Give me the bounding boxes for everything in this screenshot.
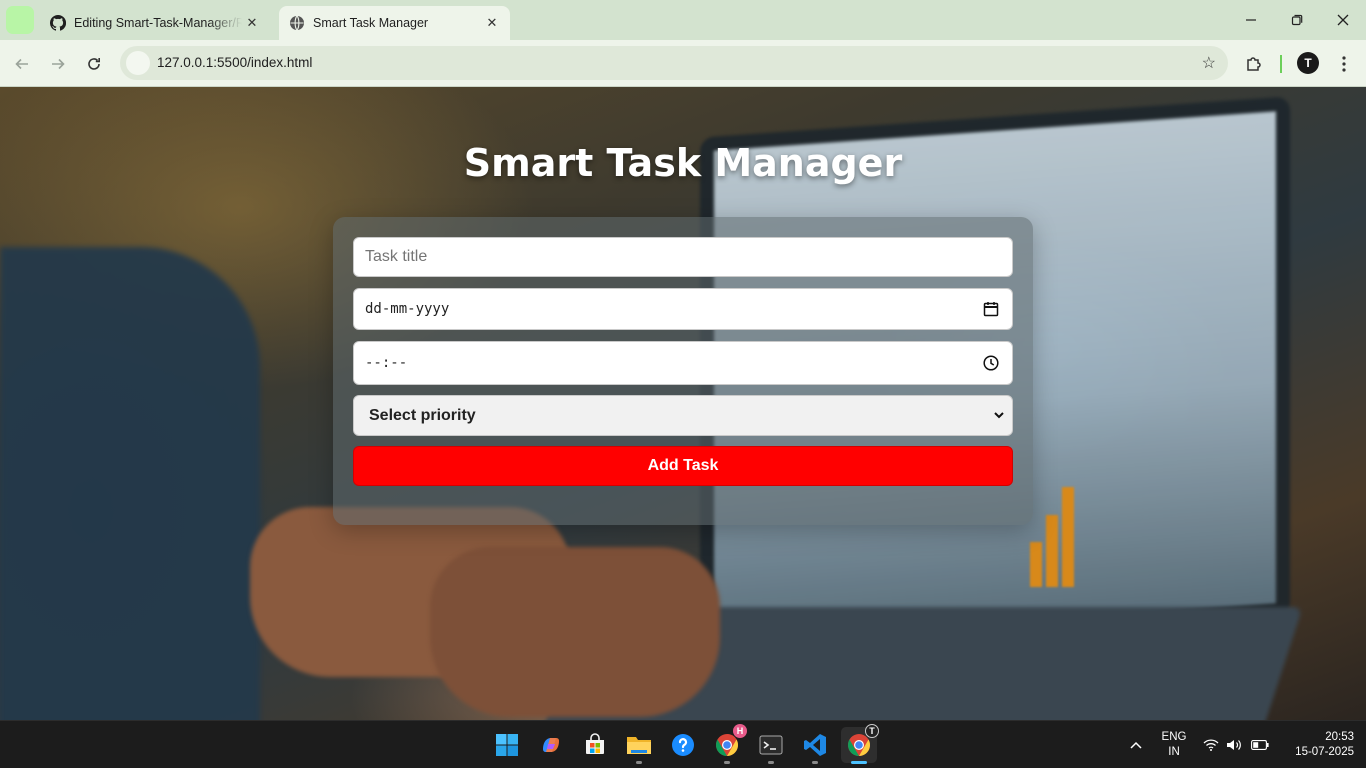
wifi-icon[interactable] xyxy=(1202,721,1220,768)
clock-date: 15-07-2025 xyxy=(1295,746,1354,758)
browser-tab-strip: Editing Smart-Task-Manager/README.md ✕ S… xyxy=(0,0,1366,40)
tab-title: Editing Smart-Task-Manager/README.md xyxy=(74,16,242,30)
task-time-field[interactable]: --:-- xyxy=(353,341,1013,385)
language-indicator[interactable]: ENG IN xyxy=(1158,730,1190,760)
task-date-field[interactable]: dd-mm-yyyy xyxy=(353,288,1013,330)
task-title-field[interactable] xyxy=(353,237,1013,277)
menu-kebab-icon[interactable] xyxy=(1332,52,1356,76)
add-task-button[interactable]: Add Task xyxy=(353,446,1013,486)
forward-icon[interactable] xyxy=(44,50,72,78)
date-placeholder: dd-mm-yyyy xyxy=(365,301,450,317)
browser-profile-icon[interactable] xyxy=(6,6,34,34)
priority-selected-value: Select priority xyxy=(369,406,476,424)
tab-smart-task-manager[interactable]: Smart Task Manager ✕ xyxy=(279,6,510,40)
task-form-card: dd-mm-yyyy --:-- Select priority Add Tas… xyxy=(333,217,1033,525)
running-indicator xyxy=(636,761,642,764)
profile-avatar[interactable]: T xyxy=(1297,52,1319,74)
address-bar[interactable]: 127.0.0.1:5500/index.html ☆ xyxy=(120,46,1228,80)
vscode-icon[interactable] xyxy=(797,727,833,764)
profile-badge-t: T xyxy=(865,724,879,738)
lang-line1: ENG xyxy=(1161,731,1187,743)
chevron-down-icon xyxy=(994,412,1004,419)
get-help-icon[interactable] xyxy=(665,727,701,763)
terminal-icon[interactable] xyxy=(753,727,789,764)
tab-editing-readme[interactable]: Editing Smart-Task-Manager/README.md ✕ xyxy=(40,6,270,40)
url-text: 127.0.0.1:5500/index.html xyxy=(157,55,313,70)
toolbar-separator xyxy=(1280,55,1282,73)
close-window-icon[interactable] xyxy=(1320,0,1366,40)
show-hidden-icons-chevron[interactable] xyxy=(1126,721,1146,768)
clock-time: 20:53 xyxy=(1325,731,1354,743)
browser-toolbar: 127.0.0.1:5500/index.html ☆ T xyxy=(0,40,1366,87)
back-icon[interactable] xyxy=(8,50,36,78)
page-viewport: Smart Task Manager dd-mm-yyyy --:-- Sele… xyxy=(0,87,1366,720)
tab-close-icon[interactable]: ✕ xyxy=(482,15,502,31)
restore-icon[interactable] xyxy=(1274,0,1320,40)
background-right-hand xyxy=(430,547,720,717)
running-indicator xyxy=(724,761,730,764)
reload-icon[interactable] xyxy=(80,50,108,78)
chrome-profile-h-icon[interactable]: H xyxy=(709,724,747,764)
profile-badge: H xyxy=(733,724,747,738)
priority-select[interactable]: Select priority xyxy=(353,395,1013,436)
tab-title: Smart Task Manager xyxy=(313,16,429,30)
chrome-profile-t-icon[interactable]: T xyxy=(841,724,879,764)
windows-taskbar: H T ENG IN 20:53 15-07-2025 xyxy=(0,720,1366,768)
system-clock[interactable]: 20:53 15-07-2025 xyxy=(1280,730,1354,760)
bookmark-star-icon[interactable]: ☆ xyxy=(1202,53,1216,73)
site-info-icon[interactable] xyxy=(126,51,150,75)
github-icon xyxy=(50,15,66,31)
calendar-icon[interactable] xyxy=(982,300,1000,318)
page-title: Smart Task Manager xyxy=(463,141,903,185)
battery-icon[interactable] xyxy=(1250,721,1270,768)
lang-line2: IN xyxy=(1168,746,1180,758)
copilot-icon[interactable] xyxy=(533,727,569,763)
active-indicator xyxy=(851,761,867,764)
tab-close-icon[interactable]: ✕ xyxy=(242,15,262,31)
globe-icon xyxy=(290,15,304,31)
background-chart-bars xyxy=(1030,487,1090,587)
task-title-input[interactable] xyxy=(354,238,1012,276)
clock-icon[interactable] xyxy=(982,354,1000,372)
windows-start-icon[interactable] xyxy=(489,727,525,763)
volume-icon[interactable] xyxy=(1225,721,1243,768)
extensions-icon[interactable] xyxy=(1242,52,1266,76)
microsoft-store-icon[interactable] xyxy=(577,727,613,763)
file-explorer-icon[interactable] xyxy=(621,727,657,764)
time-placeholder: --:-- xyxy=(365,355,408,371)
background-arm xyxy=(0,247,260,720)
running-indicator xyxy=(812,761,818,764)
minimize-icon[interactable] xyxy=(1228,0,1274,40)
running-indicator xyxy=(768,761,774,764)
